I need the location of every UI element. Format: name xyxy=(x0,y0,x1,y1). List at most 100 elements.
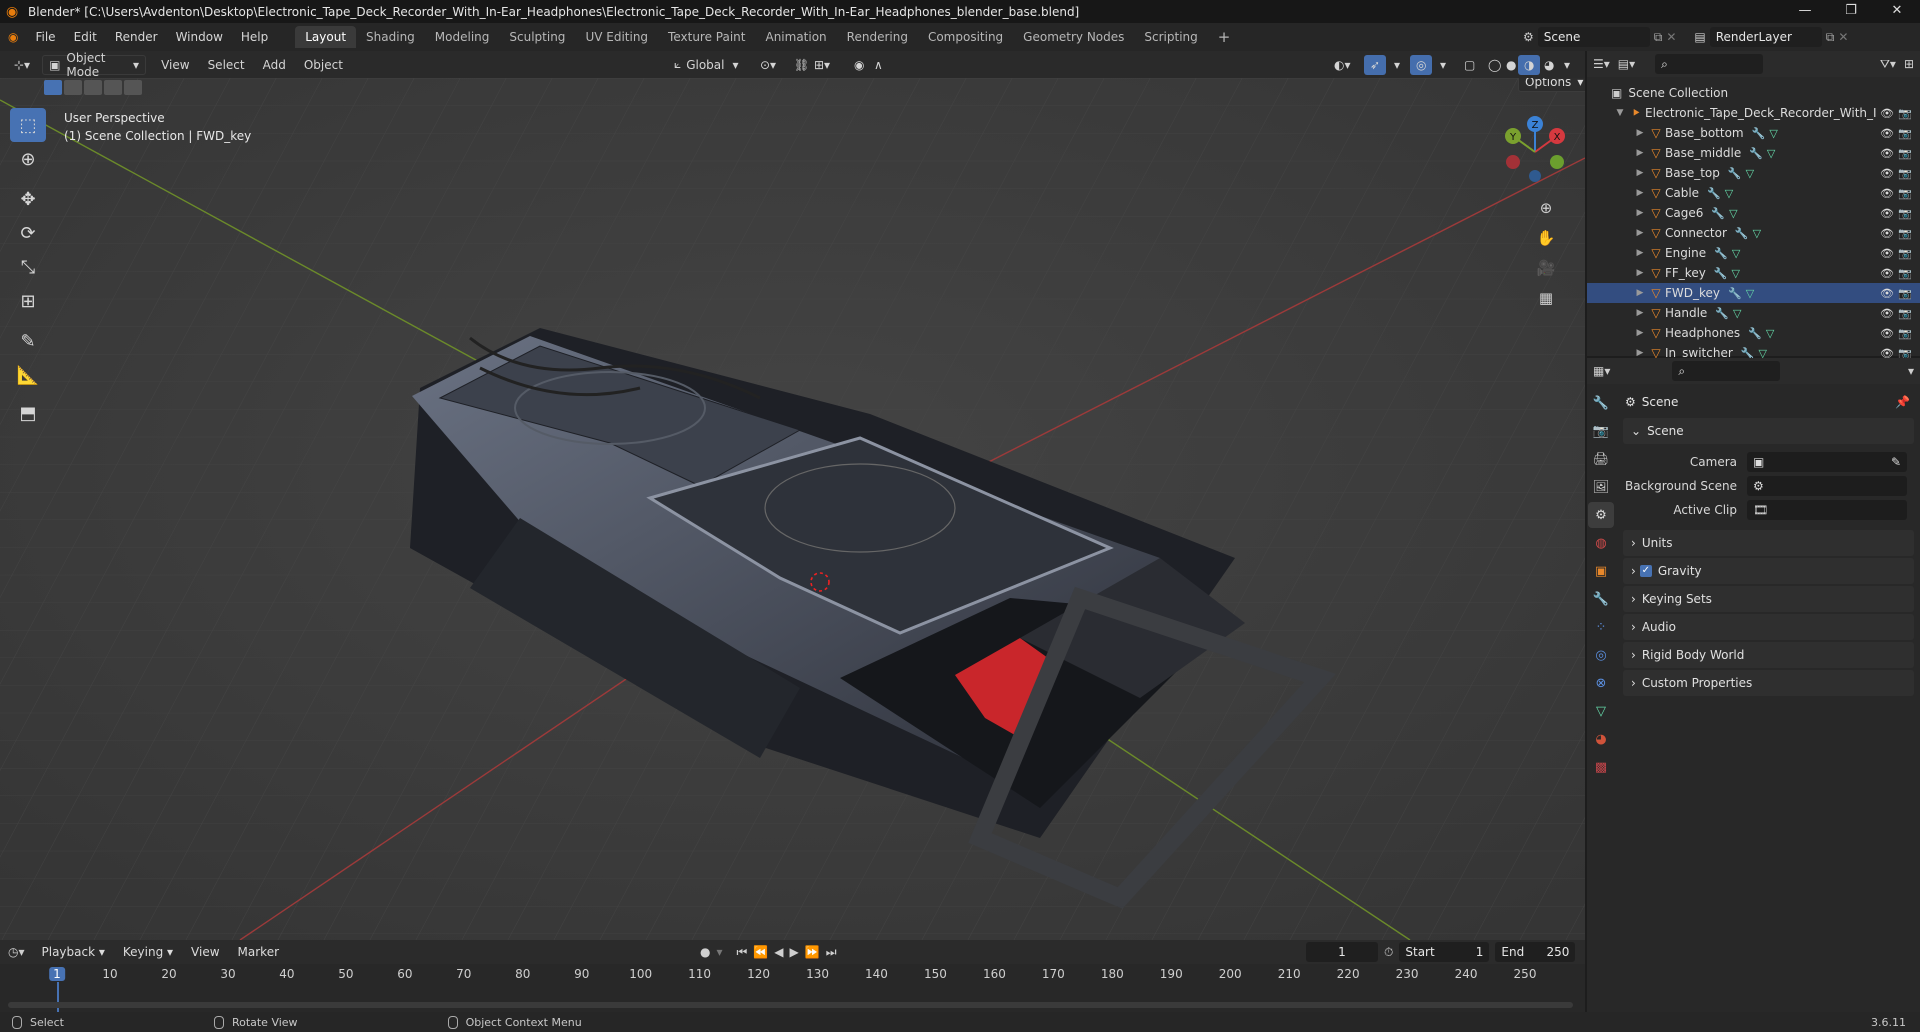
eye-icon[interactable]: 👁 xyxy=(1880,167,1894,180)
panel-custom-properties-header[interactable]: › Custom Properties xyxy=(1623,670,1914,696)
modifier-wrench-icon[interactable]: 🔧 xyxy=(1714,247,1728,260)
render-camera-icon[interactable]: 📷 xyxy=(1898,307,1912,320)
modifier-wrench-icon[interactable]: 🔧 xyxy=(1752,127,1766,140)
mesh-data-icon[interactable]: ▽ xyxy=(1746,167,1754,180)
xray-icon[interactable]: ▢ xyxy=(1458,55,1481,75)
outliner-search-input[interactable]: ⌕ xyxy=(1655,54,1764,74)
modifier-wrench-icon[interactable]: 🔧 xyxy=(1715,307,1729,320)
menu-timeline-view[interactable]: View xyxy=(182,945,228,959)
play-icon[interactable]: ▶ xyxy=(790,945,799,959)
material-tab-icon[interactable]: ◕ xyxy=(1588,726,1614,752)
blender-menu-icon[interactable]: ◉ xyxy=(0,23,26,51)
tab-layout[interactable]: Layout xyxy=(295,26,357,48)
collapse-triangle-icon[interactable]: ▼ xyxy=(1613,108,1627,118)
tool-tab-icon[interactable]: 🔧 xyxy=(1588,390,1614,416)
mesh-data-icon[interactable]: ▽ xyxy=(1746,287,1754,300)
expand-triangle-icon[interactable]: ▶ xyxy=(1633,148,1647,158)
annotate-tool-icon[interactable]: ✎ xyxy=(10,324,46,358)
output-tab-icon[interactable]: 🖨 xyxy=(1588,446,1614,472)
menu-object[interactable]: Object xyxy=(295,58,352,72)
modifier-wrench-icon[interactable]: 🔧 xyxy=(1728,167,1742,180)
outliner-item-handle[interactable]: ▶ ▽ Handle 🔧 ▽ 👁 📷 xyxy=(1587,303,1920,323)
select-invert-icon[interactable] xyxy=(104,80,122,95)
visibility-icon[interactable]: ◐▾ xyxy=(1328,55,1357,75)
expand-triangle-icon[interactable]: ▶ xyxy=(1633,328,1647,338)
mesh-data-icon[interactable]: ▽ xyxy=(1753,227,1761,240)
camera-field[interactable]: ▣ ✎ xyxy=(1747,452,1907,472)
eye-icon[interactable]: 👁 xyxy=(1880,287,1894,300)
tab-animation[interactable]: Animation xyxy=(755,26,836,48)
menu-keying[interactable]: Keying ▾ xyxy=(114,945,182,959)
play-reverse-icon[interactable]: ◀ xyxy=(774,945,783,959)
menu-edit[interactable]: Edit xyxy=(65,23,106,51)
menu-help[interactable]: Help xyxy=(232,23,277,51)
current-frame-field[interactable]: 1 xyxy=(1306,942,1378,962)
panel-keying-sets-header[interactable]: › Keying Sets xyxy=(1623,586,1914,612)
modifier-tab-icon[interactable]: 🔧 xyxy=(1588,586,1614,612)
view-layer-selector[interactable]: RenderLayer xyxy=(1709,27,1822,47)
eye-icon[interactable]: 👁 xyxy=(1880,147,1894,160)
modifier-wrench-icon[interactable]: 🔧 xyxy=(1707,187,1721,200)
modifier-wrench-icon[interactable]: 🔧 xyxy=(1749,147,1763,160)
jump-keyframe-back-icon[interactable]: ⏪ xyxy=(753,945,768,959)
render-camera-icon[interactable]: 📷 xyxy=(1898,287,1912,300)
cursor-tool-icon[interactable]: ⊕ xyxy=(10,142,46,176)
render-camera-icon[interactable]: 📷 xyxy=(1898,187,1912,200)
tab-compositing[interactable]: Compositing xyxy=(918,26,1013,48)
tab-uv-editing[interactable]: UV Editing xyxy=(575,26,658,48)
new-collection-icon[interactable]: ⊞ xyxy=(1904,57,1914,71)
transform-orientation[interactable]: ⟀ Global ▾ xyxy=(668,55,745,75)
tab-modeling[interactable]: Modeling xyxy=(425,26,500,48)
modifier-wrench-icon[interactable]: 🔧 xyxy=(1748,327,1762,340)
shading-menu-icon[interactable]: ▾ xyxy=(1558,55,1576,75)
outliner-item-base-bottom[interactable]: ▶ ▽ Base_bottom 🔧 ▽ 👁 📷 xyxy=(1587,123,1920,143)
eye-icon[interactable]: 👁 xyxy=(1880,327,1894,340)
eye-icon[interactable]: 👁 xyxy=(1880,247,1894,260)
expand-triangle-icon[interactable]: ▶ xyxy=(1633,188,1647,198)
chevron-down-icon[interactable]: ▾ xyxy=(716,945,722,959)
timeline-editor-icon[interactable]: ◷▾ xyxy=(8,945,25,959)
minimize-button[interactable]: — xyxy=(1782,0,1828,23)
mesh-data-icon[interactable]: ▽ xyxy=(1732,247,1740,260)
overlay-menu-icon[interactable]: ▾ xyxy=(1434,55,1452,75)
add-cube-tool-icon[interactable]: ⬒ xyxy=(10,396,46,430)
gizmo-menu-icon[interactable]: ▾ xyxy=(1388,55,1406,75)
chevron-down-icon[interactable]: ▾ xyxy=(1908,364,1914,378)
menu-view[interactable]: View xyxy=(152,58,198,72)
expand-triangle-icon[interactable]: ▶ xyxy=(1633,268,1647,278)
active-clip-field[interactable]: 🎞 xyxy=(1747,500,1907,520)
select-extend-icon[interactable] xyxy=(64,80,82,95)
select-subtract-icon[interactable] xyxy=(84,80,102,95)
add-workspace-button[interactable]: + xyxy=(1208,26,1241,48)
scene-collection-row[interactable]: ▣ Scene Collection xyxy=(1587,83,1920,103)
mesh-data-icon[interactable]: ▽ xyxy=(1733,307,1741,320)
menu-add[interactable]: Add xyxy=(254,58,295,72)
expand-triangle-icon[interactable]: ▶ xyxy=(1633,128,1647,138)
modifier-wrench-icon[interactable]: 🔧 xyxy=(1714,267,1728,280)
menu-select[interactable]: Select xyxy=(199,58,254,72)
view-layer-icon[interactable]: ▤ xyxy=(1694,30,1705,44)
mesh-data-icon[interactable]: ▽ xyxy=(1766,327,1774,340)
jump-end-icon[interactable]: ⏭ xyxy=(826,945,837,960)
world-tab-icon[interactable]: ◍ xyxy=(1588,530,1614,556)
physics-tab-icon[interactable]: ◎ xyxy=(1588,642,1614,668)
panel-audio-header[interactable]: › Audio xyxy=(1623,614,1914,640)
outliner-item-connector[interactable]: ▶ ▽ Connector 🔧 ▽ 👁 📷 xyxy=(1587,223,1920,243)
delete-scene-icon[interactable]: ✕ xyxy=(1666,30,1676,44)
modifier-wrench-icon[interactable]: 🔧 xyxy=(1735,227,1749,240)
panel-units-header[interactable]: › Units xyxy=(1623,530,1914,556)
panel-rigid-body-header[interactable]: › Rigid Body World xyxy=(1623,642,1914,668)
mesh-data-icon[interactable]: ▽ xyxy=(1769,127,1777,140)
select-intersect-icon[interactable] xyxy=(124,80,142,95)
eye-icon[interactable]: 👁 xyxy=(1880,207,1894,220)
render-tab-icon[interactable]: 📷 xyxy=(1588,418,1614,444)
gizmo-toggle-icon[interactable]: ➶ xyxy=(1364,54,1387,75)
3d-viewport[interactable]: User Perspective (1) Scene Collection | … xyxy=(0,78,1585,940)
pan-hand-icon[interactable]: ✋ xyxy=(1532,224,1560,252)
gravity-checkbox[interactable]: ✓ xyxy=(1639,565,1652,577)
panel-gravity-header[interactable]: › ✓ Gravity xyxy=(1623,558,1914,584)
eyedropper-icon[interactable]: ✎ xyxy=(1891,455,1901,469)
transform-tool-icon[interactable]: ⊞ xyxy=(10,284,46,318)
render-camera-icon[interactable]: 📷 xyxy=(1898,147,1912,160)
outliner-item-ff-key[interactable]: ▶ ▽ FF_key 🔧 ▽ 👁 📷 xyxy=(1587,263,1920,283)
